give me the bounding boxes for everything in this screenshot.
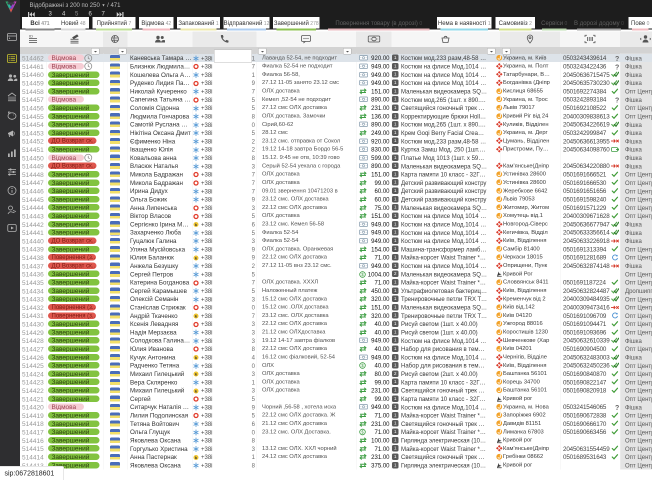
svg-text:ID: ID bbox=[29, 34, 33, 39]
